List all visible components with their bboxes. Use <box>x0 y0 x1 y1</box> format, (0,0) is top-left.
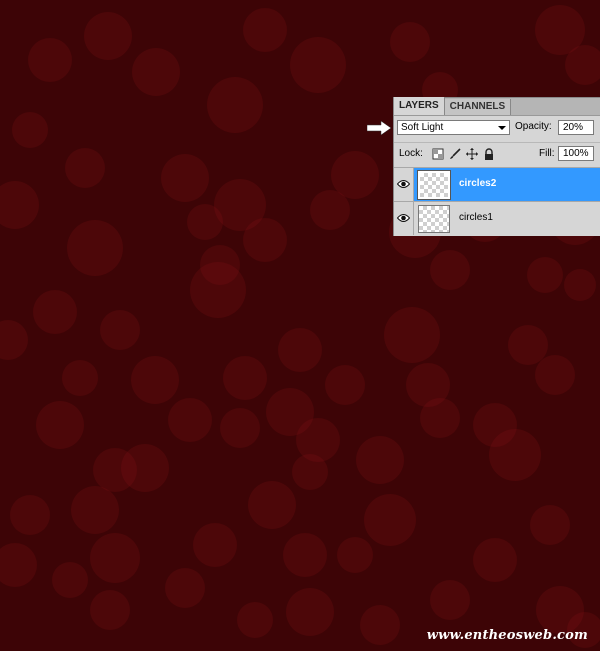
bokeh-circle <box>527 257 563 293</box>
bokeh-circle <box>530 505 570 545</box>
visibility-toggle[interactable] <box>394 202 414 235</box>
bokeh-circle <box>84 12 132 60</box>
bokeh-circle <box>165 568 205 608</box>
bokeh-circle <box>364 494 416 546</box>
layer-row-circles1[interactable]: circles1 <box>394 201 600 235</box>
tab-channels[interactable]: CHANNELS <box>444 99 512 115</box>
bokeh-circle <box>10 495 50 535</box>
visibility-toggle[interactable] <box>394 168 414 201</box>
bokeh-circle <box>248 481 296 529</box>
opacity-label: Opacity: <box>515 121 552 132</box>
bokeh-circle <box>283 533 327 577</box>
bokeh-circle <box>12 112 48 148</box>
bokeh-circle <box>207 77 263 133</box>
bokeh-circle <box>325 365 365 405</box>
layer-thumbnail <box>418 205 450 233</box>
lock-label: Lock: <box>399 148 423 159</box>
bokeh-circle <box>390 22 430 62</box>
blend-mode-value: Soft Light <box>401 122 444 133</box>
opacity-input[interactable]: 20% <box>558 120 594 135</box>
bokeh-circle <box>36 401 84 449</box>
lock-all-icon[interactable] <box>483 147 495 160</box>
fill-label: Fill: <box>539 148 555 159</box>
bokeh-circle <box>310 190 350 230</box>
layers-panel: LAYERS CHANNELS Soft Light Opacity: 20% … <box>367 97 600 236</box>
bokeh-circle <box>489 429 541 481</box>
bokeh-circle <box>67 220 123 276</box>
lock-row: Lock: Fill: 100% <box>394 142 600 163</box>
lock-brush-icon[interactable] <box>449 147 461 159</box>
bokeh-circle <box>131 356 179 404</box>
eye-icon <box>397 214 410 222</box>
lock-transparent-icon[interactable] <box>432 147 444 160</box>
bokeh-circle <box>100 310 140 350</box>
tab-layers[interactable]: LAYERS <box>394 97 445 115</box>
bokeh-circle <box>535 355 575 395</box>
bokeh-circle <box>90 533 140 583</box>
bokeh-circle <box>190 262 246 318</box>
bokeh-circle <box>360 605 400 645</box>
panel-tabs: LAYERS CHANNELS <box>394 97 600 116</box>
bokeh-circle <box>223 356 267 400</box>
bokeh-circle <box>90 590 130 630</box>
bokeh-circle <box>420 398 460 438</box>
layer-name: circles2 <box>459 178 497 189</box>
bokeh-circle <box>430 250 470 290</box>
bokeh-circle <box>296 418 340 462</box>
chevron-down-icon <box>498 126 506 130</box>
layer-row-circles2[interactable]: circles2 <box>394 167 600 201</box>
bokeh-circle <box>65 148 105 188</box>
bokeh-circle <box>28 38 72 82</box>
watermark: www.entheosweb.com <box>426 628 588 643</box>
bokeh-circle <box>384 307 440 363</box>
bokeh-circle <box>52 562 88 598</box>
blend-mode-select[interactable]: Soft Light <box>397 120 510 135</box>
bokeh-circle <box>430 580 470 620</box>
bokeh-circle <box>62 360 98 396</box>
bokeh-circle <box>473 538 517 582</box>
bokeh-circle <box>564 269 596 301</box>
bokeh-circle <box>243 218 287 262</box>
layer-thumbnail <box>417 170 451 200</box>
layer-name: circles1 <box>459 212 493 223</box>
bokeh-circle <box>187 204 223 240</box>
bokeh-circle <box>71 486 119 534</box>
bokeh-circle <box>337 537 373 573</box>
bokeh-circle <box>193 523 237 567</box>
blend-row: Soft Light Opacity: 20% <box>367 118 600 138</box>
bokeh-circle <box>93 448 137 492</box>
bokeh-circle <box>161 154 209 202</box>
bokeh-circle <box>132 48 180 96</box>
pointer-arrow-icon <box>367 121 392 135</box>
bokeh-circle <box>168 398 212 442</box>
bokeh-circle <box>292 454 328 490</box>
bokeh-circle <box>278 328 322 372</box>
bokeh-circle <box>290 37 346 93</box>
fill-input[interactable]: 100% <box>558 146 594 161</box>
bokeh-circle <box>508 325 548 365</box>
bokeh-circle <box>237 602 273 638</box>
bokeh-circle <box>243 8 287 52</box>
lock-move-icon[interactable] <box>466 147 478 160</box>
bokeh-circle <box>356 436 404 484</box>
bokeh-circle <box>220 408 260 448</box>
bokeh-circle <box>33 290 77 334</box>
eye-icon <box>397 180 410 188</box>
bokeh-circle <box>286 588 334 636</box>
